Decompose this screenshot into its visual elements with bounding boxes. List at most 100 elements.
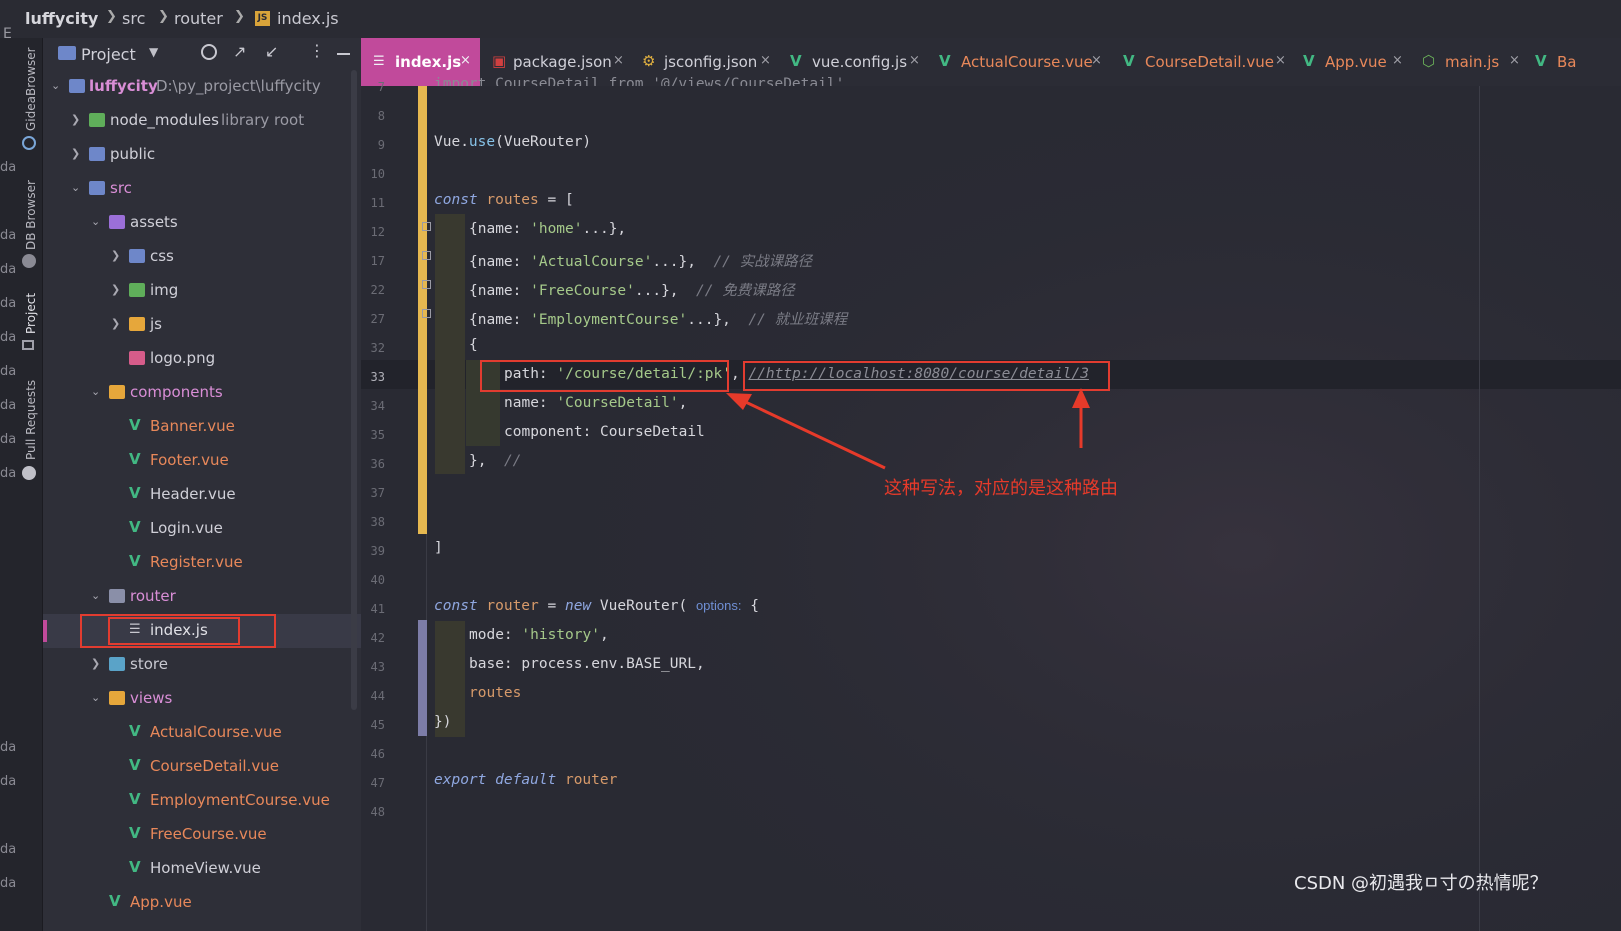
fold-icon[interactable]	[422, 222, 431, 231]
vue-file-icon: V	[129, 484, 141, 502]
fold-icon[interactable]	[422, 280, 431, 289]
chevron-right-icon[interactable]: ❯	[71, 113, 80, 126]
code-editor[interactable]	[361, 86, 1621, 931]
tab-label: CourseDetail.vue	[1145, 53, 1274, 71]
tree-row-js[interactable]: ❯ js	[43, 308, 361, 342]
folder-icon	[89, 181, 105, 195]
chevron-right-icon: ❯	[234, 9, 245, 24]
tree-row-img[interactable]: ❯ img	[43, 274, 361, 308]
project-panel-header: Project ▼ ↗ ↙ ⋮	[43, 38, 361, 72]
chevron-down-icon[interactable]: ⌄	[71, 181, 80, 194]
tree-row-actualcourse[interactable]: V ActualCourse.vue	[43, 716, 361, 750]
close-icon[interactable]: ×	[613, 53, 624, 68]
tree-item-label: router	[130, 587, 176, 605]
minimize-icon[interactable]	[337, 53, 350, 55]
tree-row-public[interactable]: ❯ public	[43, 138, 361, 172]
line-number: 37	[370, 486, 385, 500]
code-line-43: base: process.env.BASE_URL,	[469, 656, 705, 672]
tree-row-header[interactable]: V Header.vue	[43, 478, 361, 512]
tree-item-label: Banner.vue	[150, 417, 235, 435]
close-icon[interactable]: ×	[460, 53, 471, 68]
tree-row-coursedetail[interactable]: V CourseDetail.vue	[43, 750, 361, 784]
tree-item-label: Header.vue	[150, 485, 236, 503]
tab-actualcourse-vue[interactable]: V ActualCourse.vue ×	[927, 38, 1110, 86]
chevron-down-icon[interactable]: ⌄	[91, 385, 100, 398]
tab-app-vue[interactable]: V App.vue ×	[1291, 38, 1403, 86]
tab-coursedetail-vue[interactable]: V CourseDetail.vue ×	[1111, 38, 1286, 86]
project-icon	[22, 340, 34, 350]
tree-row-homeview[interactable]: V HomeView.vue	[43, 852, 361, 886]
chevron-down-icon[interactable]: ⌄	[91, 215, 100, 228]
close-icon[interactable]: ×	[760, 53, 771, 68]
chevron-down-icon[interactable]: ⌄	[51, 79, 60, 92]
tree-row-app[interactable]: V App.vue	[43, 886, 361, 920]
line-number: 32	[370, 341, 385, 355]
close-icon[interactable]: ×	[909, 53, 920, 68]
tab-label: jsconfig.json	[664, 53, 758, 71]
tree-row-css[interactable]: ❯ css	[43, 240, 361, 274]
vue-file-icon: V	[129, 552, 141, 570]
close-icon[interactable]: ×	[1091, 53, 1102, 68]
line-number: 41	[370, 602, 385, 616]
chevron-down-icon[interactable]: ⌄	[91, 589, 100, 602]
tree-row-root[interactable]: ⌄ luffycity D:\py_project\luffycity	[43, 70, 361, 104]
chevron-right-icon[interactable]: ❯	[111, 249, 120, 262]
pull-requests-tab[interactable]: Pull Requests	[24, 380, 38, 460]
vue-file-icon: V	[109, 892, 121, 910]
gideabrowser-tab[interactable]: GideaBrowser	[24, 47, 38, 131]
close-icon[interactable]: ×	[1509, 53, 1520, 68]
chevron-right-icon[interactable]: ❯	[111, 317, 120, 330]
target-icon[interactable]	[201, 44, 217, 60]
chevron-right-icon[interactable]: ❯	[91, 657, 100, 670]
tab-main-js[interactable]: ⬡ main.js ×	[1414, 38, 1524, 86]
project-view-icon	[58, 46, 76, 60]
fold-icon[interactable]	[422, 251, 431, 260]
collapse-all-icon[interactable]: ↙	[265, 42, 278, 61]
project-tab[interactable]: Project	[24, 293, 38, 334]
tree-row-router[interactable]: ⌄ router	[43, 580, 361, 614]
edge-text: da	[0, 160, 17, 175]
tab-label: Ba	[1557, 53, 1577, 71]
chevron-right-icon[interactable]: ❯	[111, 283, 120, 296]
breadcrumb-project[interactable]: luffycity	[25, 9, 98, 28]
tree-row-login[interactable]: V Login.vue	[43, 512, 361, 546]
chevron-right-icon[interactable]: ❯	[71, 147, 80, 160]
tree-item-label: assets	[130, 213, 178, 231]
globe-icon	[22, 136, 36, 150]
close-icon[interactable]: ×	[1275, 53, 1286, 68]
tree-row-views[interactable]: ⌄ views	[43, 682, 361, 716]
code-line-7: import CourseDetail from '@/views/Course…	[434, 76, 845, 86]
tree-row-store[interactable]: ❯ store	[43, 648, 361, 682]
fold-icon[interactable]	[422, 309, 431, 318]
selection-marker	[43, 620, 47, 642]
tree-row-assets[interactable]: ⌄ assets	[43, 206, 361, 240]
breadcrumb-src[interactable]: src	[122, 9, 145, 28]
line-number: 46	[370, 747, 385, 761]
breadcrumb-router[interactable]: router	[174, 9, 223, 28]
nodejs-icon: ⬡	[1422, 52, 1436, 70]
chevron-down-icon[interactable]: ▼	[149, 45, 158, 59]
expand-all-icon[interactable]: ↗	[233, 42, 246, 61]
tree-row-logo[interactable]: logo.png	[43, 342, 361, 376]
project-view-selector[interactable]: Project	[81, 45, 136, 64]
tree-row-employmentcourse[interactable]: V EmploymentCourse.vue	[43, 784, 361, 818]
project-scrollbar[interactable]	[351, 70, 357, 710]
tree-row-freecourse[interactable]: V FreeCourse.vue	[43, 818, 361, 852]
tree-row-node-modules[interactable]: ❯ node_modules library root	[43, 104, 361, 138]
db-browser-tab[interactable]: DB Browser	[24, 180, 38, 250]
background-decoration	[361, 86, 1621, 931]
code-line-41: const router = new VueRouter( options: {	[434, 598, 759, 614]
tree-row-footer[interactable]: V Footer.vue	[43, 444, 361, 478]
close-icon[interactable]: ×	[1392, 53, 1403, 68]
code-line-27: {name: 'EmploymentCourse'...}, // 就业班课程	[469, 312, 848, 328]
chevron-down-icon[interactable]: ⌄	[91, 691, 100, 704]
tree-row-register[interactable]: V Register.vue	[43, 546, 361, 580]
breadcrumb-file[interactable]: index.js	[277, 9, 339, 28]
more-options-icon[interactable]: ⋮	[309, 41, 325, 60]
tab-label: index.js	[395, 53, 462, 71]
tree-row-components[interactable]: ⌄ components	[43, 376, 361, 410]
tab-ba[interactable]: V Ba	[1529, 38, 1621, 86]
tree-row-banner[interactable]: V Banner.vue	[43, 410, 361, 444]
tree-row-src[interactable]: ⌄ src	[43, 172, 361, 206]
code-line-42: mode: 'history',	[469, 627, 609, 643]
